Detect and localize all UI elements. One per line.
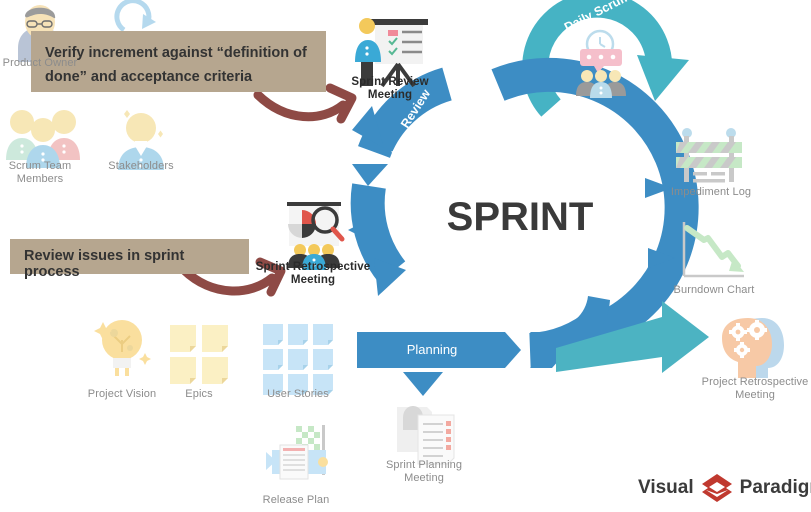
lightbulb-icon: [94, 320, 151, 376]
label-burndown-chart: Burndown Chart: [673, 284, 755, 296]
label-product-owner: Product Owner: [2, 57, 78, 69]
annotation-arrow-verify-increment: [253, 83, 357, 124]
visual-paradigm-logo: Visual Paradigm: [638, 473, 811, 503]
blue-sticky-notes-icon: [263, 324, 333, 395]
roadblock-barrier-icon: [676, 128, 742, 183]
planning-document-icon: [397, 406, 455, 465]
label-project-retrospective-meeting: Project Retrospective Meeting: [701, 376, 809, 401]
head-gears-brain-icon: [722, 318, 784, 378]
label-user-stories: User Stories: [267, 388, 329, 400]
label-scrum-team-members: Scrum Team Members: [8, 160, 72, 185]
ring-label-retrospect: Retrospect: [389, 149, 403, 215]
label-epics: Epics: [185, 388, 213, 400]
retrospective-chart-magnifier-icon: [287, 202, 345, 270]
checkered-flag-document-icon: [266, 425, 328, 480]
callout-review-issues: Review issues in sprint process: [10, 239, 249, 280]
sprint-diagram-canvas: SPRINT Review Retrospect Implementation …: [0, 0, 811, 512]
label-sprint-retrospective-meeting: Sprint Retrospective Meeting: [255, 261, 371, 286]
yellow-sticky-notes-icon: [170, 325, 228, 384]
label-project-vision: Project Vision: [87, 388, 157, 400]
burndown-line-chart-icon: [682, 222, 744, 278]
label-impediment-log: Impediment Log: [670, 186, 752, 198]
sprint-center-label: SPRINT: [446, 195, 594, 239]
arrow-to-sprint-planning: [403, 372, 443, 396]
brand-word-paradigm: Paradigm: [739, 477, 811, 498]
label-stakeholders: Stakeholders: [108, 160, 174, 172]
brand-word-visual: Visual: [638, 477, 694, 498]
label-release-plan: Release Plan: [262, 494, 330, 506]
label-sprint-review-meeting: Sprint Review Meeting: [351, 76, 429, 101]
visual-paradigm-diamond-icon: [701, 474, 732, 502]
label-sprint-planning-meeting: Sprint Planning Meeting: [385, 459, 463, 484]
planning-bar-label: Planning: [406, 342, 458, 357]
daily-scrum-team-clock-icon: [576, 29, 626, 98]
